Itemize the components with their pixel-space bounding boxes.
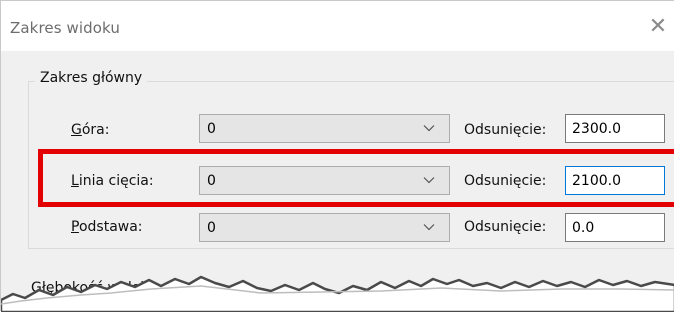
view-range-dialog: Zakres widoku ✕ Zakres główny Góra: 0 Od… <box>0 0 674 312</box>
torn-edge <box>1 275 674 312</box>
